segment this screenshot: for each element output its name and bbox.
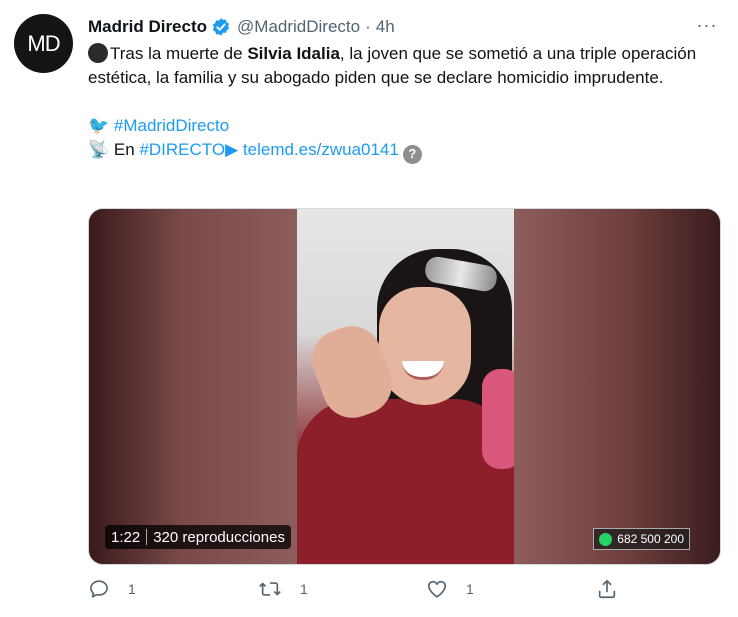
tweet-text: Tras la muerte de Silvia Idalia, la jove… [88,42,708,164]
hashtag-directo[interactable]: #DIRECTO [139,140,225,159]
timestamp[interactable]: 4h [376,17,395,37]
hashtag-line: 🐦 #MadridDirecto [88,114,708,138]
video-views: 320 reproducciones [153,528,285,546]
account-handle[interactable]: @MadridDirecto [237,17,360,37]
verified-badge-icon [211,17,231,37]
satellite-emoji-icon: 📡 [88,140,110,159]
video-frame [297,209,514,564]
divider [146,529,148,545]
share-icon [596,578,618,600]
heart-icon [426,578,448,600]
whatsapp-badge: 682 500 200 [593,528,690,550]
account-name[interactable]: Madrid Directo [88,17,207,37]
video-duration-badge: 1:22 320 reproducciones [105,525,291,549]
black-circle-emoji-icon [88,43,108,63]
retweet-icon [258,578,282,600]
avatar-initials: MD [27,30,60,56]
like-count: 1 [466,581,474,597]
video-blur-left [89,209,297,564]
tweet[interactable]: MD Madrid Directo @MadridDirecto · 4h ··… [0,0,738,617]
retweet-button[interactable]: 1 [258,578,308,600]
live-line: 📡 En #DIRECTO▶ telemd.es/zwua0141? [88,138,708,164]
video-player[interactable]: 1:22 320 reproducciones 682 500 200 [88,208,721,565]
hashtag-madriddirecto[interactable]: #MadridDirecto [114,116,229,135]
bird-emoji-icon: 🐦 [88,116,110,135]
more-options-icon[interactable]: ··· [696,14,718,36]
tweet-text-bold: Silvia Idalia [247,44,340,63]
separator-dot: · [365,17,371,36]
tweet-link[interactable]: telemd.es/zwua0141 [243,140,399,159]
question-emoji-icon: ? [402,144,422,164]
share-button[interactable] [596,578,618,600]
tweet-header: Madrid Directo @MadridDirecto · 4h [88,16,395,38]
video-blur-right [514,209,720,564]
video-duration: 1:22 [111,528,141,546]
reply-icon [88,578,110,600]
tweet-text-prefix: Tras la muerte de [110,44,248,63]
pillow-shape [482,369,514,469]
reply-count: 1 [128,581,136,597]
whatsapp-icon [599,532,613,546]
play-button-emoji-icon: ▶ [225,140,239,159]
avatar[interactable]: MD [14,14,73,73]
face-shape [379,287,471,405]
retweet-count: 1 [300,581,308,597]
tweet-actions: 1 1 1 [88,578,628,606]
like-button[interactable]: 1 [426,578,474,600]
live-prefix: En [113,140,140,159]
whatsapp-number: 682 500 200 [617,532,684,546]
reply-button[interactable]: 1 [88,578,136,600]
tweet-body: Tras la muerte de Silvia Idalia, la jove… [88,42,708,90]
